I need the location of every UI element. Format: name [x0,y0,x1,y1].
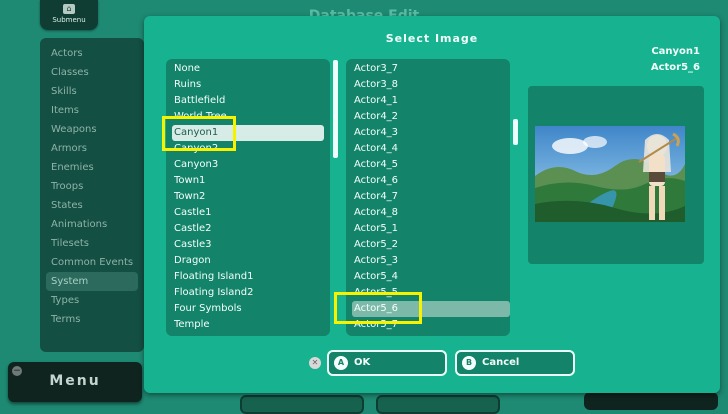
list-item[interactable]: Actor5_3 [352,253,510,269]
background-bottom-button [376,395,500,414]
dialog-title: Select Image [385,32,479,45]
list-item[interactable]: Actor4_8 [352,205,510,221]
submenu-button[interactable]: ⌂ Submenu [40,0,98,30]
sidebar-item-armors[interactable]: Armors [46,139,138,158]
submenu-label: Submenu [52,16,86,24]
list-item[interactable]: Dragon [172,253,324,269]
sidebar-item-weapons[interactable]: Weapons [46,120,138,139]
list-item[interactable]: Actor4_1 [352,93,510,109]
sidebar-item-animations[interactable]: Animations [46,215,138,234]
menu-button[interactable]: − Menu [8,362,142,402]
list-item[interactable]: None [172,61,324,77]
list-item[interactable]: Four Symbols [172,301,324,317]
database-sidebar: Actors Classes Skills Items Weapons Armo… [40,38,144,352]
sidebar-item-items[interactable]: Items [46,101,138,120]
file-list-scrollbar[interactable] [513,119,518,145]
ok-label: OK [354,357,371,368]
sidebar-item-common-events[interactable]: Common Events [46,253,138,272]
a-button-icon: A [334,356,348,370]
sidebar-item-system[interactable]: System [46,272,138,291]
list-item[interactable]: Floating Island2 [172,285,324,301]
list-item[interactable]: Actor3_8 [352,77,510,93]
sidebar-item-types[interactable]: Types [46,291,138,310]
sidebar-item-actors[interactable]: Actors [46,44,138,63]
list-item[interactable]: Actor5_4 [352,269,510,285]
list-item[interactable]: Temple [172,317,324,333]
list-item[interactable]: Actor4_6 [352,173,510,189]
selected-file-label: Actor5_6 [650,62,700,73]
folder-highlight-box [162,116,236,151]
list-item[interactable]: Actor3_7 [352,61,510,77]
list-item[interactable]: Battlefield [172,93,324,109]
background-right-button [584,392,718,410]
list-item[interactable]: Actor5_1 [352,221,510,237]
sidebar-item-terms[interactable]: Terms [46,310,138,329]
list-item[interactable]: Castle2 [172,221,324,237]
menu-label: Menu [49,373,101,389]
file-highlight-box [334,292,422,324]
list-item[interactable]: Actor4_7 [352,189,510,205]
list-item[interactable]: Actor4_4 [352,141,510,157]
list-item[interactable]: Actor5_2 [352,237,510,253]
cancel-button[interactable]: B Cancel [455,350,575,376]
list-item[interactable]: Actor4_5 [352,157,510,173]
b-button-icon: B [462,356,476,370]
folder-list[interactable]: None Ruins Battlefield World Tree Canyon… [166,59,330,336]
ok-button[interactable]: A OK [327,350,447,376]
cancel-label: Cancel [482,357,520,368]
controller-button-icon: ⌂ [63,4,75,14]
list-item[interactable]: Town1 [172,173,324,189]
select-image-dialog: Select Image Canyon1 Actor5_6 None Ruins… [144,16,720,393]
folder-list-scrollbar[interactable] [333,60,338,158]
list-item[interactable]: Town2 [172,189,324,205]
sidebar-item-troops[interactable]: Troops [46,177,138,196]
list-item[interactable]: Actor4_3 [352,125,510,141]
sidebar-item-skills[interactable]: Skills [46,82,138,101]
list-item[interactable]: Canyon3 [172,157,324,173]
list-item[interactable]: Castle3 [172,237,324,253]
close-x-icon[interactable]: ✕ [309,357,321,369]
background-bottom-button [240,395,364,414]
sidebar-item-classes[interactable]: Classes [46,63,138,82]
sidebar-item-tilesets[interactable]: Tilesets [46,234,138,253]
list-item[interactable]: Ruins [172,77,324,93]
sidebar-item-states[interactable]: States [46,196,138,215]
sidebar-item-enemies[interactable]: Enemies [46,158,138,177]
list-item[interactable]: Castle1 [172,205,324,221]
selected-folder-label: Canyon1 [651,46,700,57]
image-preview-panel [528,86,704,264]
preview-image [535,126,685,222]
list-item[interactable]: Floating Island1 [172,269,324,285]
list-item[interactable]: Actor4_2 [352,109,510,125]
